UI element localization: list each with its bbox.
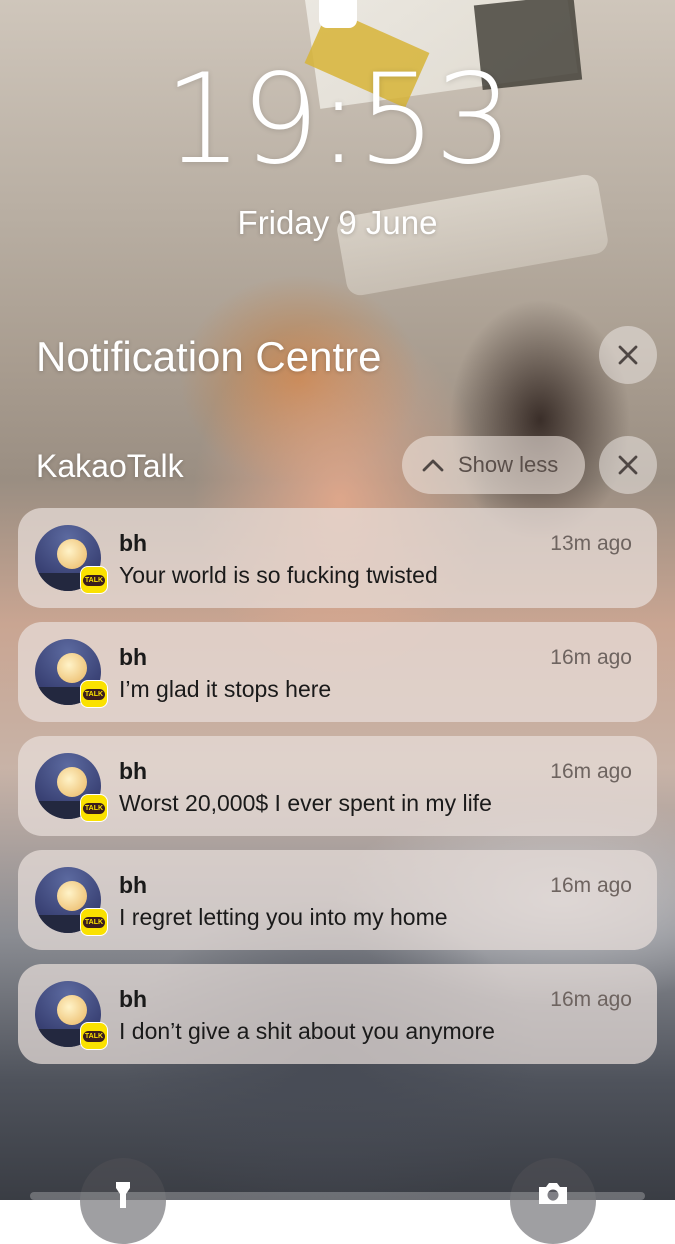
notification-message: Your world is so fucking twisted <box>119 562 438 588</box>
show-less-button[interactable]: Show less <box>402 436 585 494</box>
show-less-label: Show less <box>458 452 559 477</box>
app-badge-label: TALK <box>82 1030 106 1042</box>
camera-cutout <box>319 0 357 28</box>
notification-sender: bh <box>119 530 148 556</box>
xmark-icon <box>618 455 638 475</box>
notification-time: 16m ago <box>550 874 632 897</box>
app-badge-label: TALK <box>82 916 106 928</box>
xmark-icon <box>618 345 638 365</box>
notification-sender: bh <box>119 644 148 670</box>
notification-sender: bh <box>119 758 148 784</box>
notification-centre-title: Notification Centre <box>36 333 382 380</box>
flashlight-button[interactable] <box>80 1158 166 1244</box>
app-badge-label: TALK <box>82 802 106 814</box>
chevron-up-icon <box>422 459 444 472</box>
notification-message: I don’t give a shit about you anymore <box>119 1018 495 1044</box>
app-badge-label: TALK <box>82 688 106 700</box>
home-indicator[interactable] <box>30 1192 645 1200</box>
notification-time: 13m ago <box>550 532 632 555</box>
lock-screen-clock: 19:53 <box>163 48 513 192</box>
clear-group-button[interactable] <box>599 436 657 494</box>
notification-message: I regret letting you into my home <box>119 904 448 930</box>
notification-card[interactable]: TALK bh 16m ago I don’t give a shit abou… <box>18 964 657 1064</box>
notification-message: I’m glad it stops here <box>119 676 332 702</box>
notification-time: 16m ago <box>550 760 632 783</box>
notification-sender: bh <box>119 872 148 898</box>
notification-message: Worst 20,000$ I ever spent in my life <box>119 790 492 816</box>
notification-time: 16m ago <box>550 646 632 669</box>
kakaotalk-app-icon: TALK <box>80 566 108 594</box>
notification-time: 16m ago <box>550 988 632 1011</box>
kakaotalk-app-icon: TALK <box>80 794 108 822</box>
kakaotalk-app-icon: TALK <box>80 908 108 936</box>
camera-button[interactable] <box>510 1158 596 1244</box>
notification-card[interactable]: TALK bh 13m ago Your world is so fucking… <box>18 508 657 608</box>
notification-card[interactable]: TALK bh 16m ago I regret letting you int… <box>18 850 657 950</box>
app-badge-label: TALK <box>82 574 106 586</box>
kakaotalk-app-icon: TALK <box>80 1022 108 1050</box>
notification-group-title: KakaoTalk <box>36 448 184 484</box>
notification-card[interactable]: TALK bh 16m ago I’m glad it stops here <box>18 622 657 722</box>
lock-screen-date: Friday 9 June <box>237 204 438 241</box>
clear-all-button[interactable] <box>599 326 657 384</box>
kakaotalk-app-icon: TALK <box>80 680 108 708</box>
notification-card[interactable]: TALK bh 16m ago Worst 20,000$ I ever spe… <box>18 736 657 836</box>
notification-sender: bh <box>119 986 148 1012</box>
